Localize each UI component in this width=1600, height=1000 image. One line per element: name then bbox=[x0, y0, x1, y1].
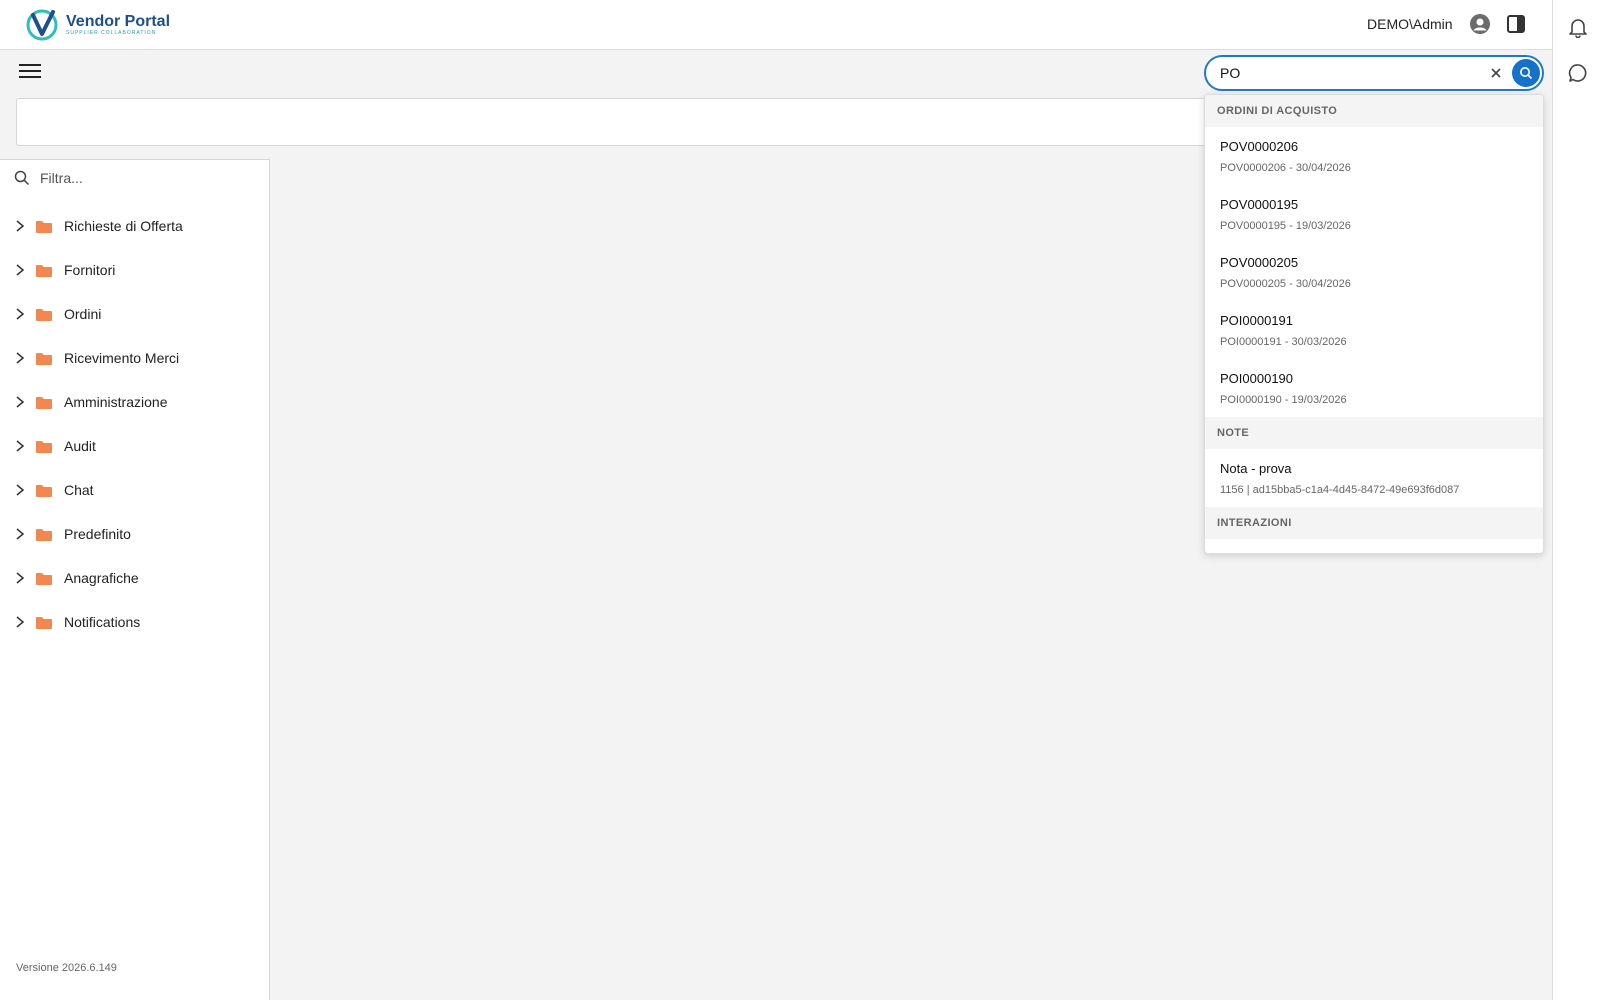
sidebar-item[interactable]: Fornitori bbox=[0, 248, 270, 292]
sidebar-item[interactable]: Predefinito bbox=[0, 512, 270, 556]
brand-title: Vendor Portal bbox=[66, 12, 171, 30]
chat-icon[interactable] bbox=[1567, 62, 1589, 84]
sidebar-item[interactable]: Richieste di Offerta bbox=[0, 204, 270, 248]
chevron-right-icon[interactable] bbox=[14, 219, 26, 233]
search-icon bbox=[14, 170, 30, 186]
sidebar-item[interactable]: Notifications bbox=[0, 600, 270, 644]
result-group-header: INTERAZIONI bbox=[1205, 507, 1543, 539]
chevron-right-icon[interactable] bbox=[14, 527, 26, 541]
result-subtitle: POV0000195 - 19/03/2026 bbox=[1220, 220, 1351, 232]
sidebar-item[interactable]: Ricevimento Merci bbox=[0, 336, 270, 380]
sidebar-item-label: Chat bbox=[64, 482, 94, 498]
close-icon[interactable] bbox=[1489, 66, 1503, 80]
sidebar-item-label: Fornitori bbox=[64, 262, 116, 278]
result-subtitle: 1156 | ad15bba5-c1a4-4d45-8472-49e693f6d… bbox=[1220, 484, 1460, 496]
sidebar-item-label: Ordini bbox=[64, 306, 102, 322]
navigation-tree: Richieste di Offerta Fornitori Ordini Ricev… bbox=[0, 204, 270, 644]
search-result-item[interactable]: POI0000191 POI0000191 - 30/03/2026 bbox=[1205, 301, 1543, 359]
folder-icon bbox=[36, 264, 52, 277]
folder-icon bbox=[36, 528, 52, 541]
result-title: POI0000190 bbox=[1220, 371, 1294, 386]
chevron-right-icon[interactable] bbox=[14, 483, 26, 497]
hamburger-icon[interactable] bbox=[19, 62, 41, 80]
chevron-right-icon[interactable] bbox=[14, 263, 26, 277]
version-label: Versione 2026.6.149 bbox=[16, 962, 117, 974]
folder-icon bbox=[36, 440, 52, 453]
folder-icon bbox=[36, 396, 52, 409]
sidebar-item-label: Amministrazione bbox=[64, 394, 168, 410]
sidebar-item[interactable]: Chat bbox=[0, 468, 270, 512]
chevron-right-icon[interactable] bbox=[14, 439, 26, 453]
result-subtitle: POV0000205 - 30/04/2026 bbox=[1220, 278, 1351, 290]
result-title: POV0000195 bbox=[1220, 197, 1299, 212]
folder-icon bbox=[36, 484, 52, 497]
folder-icon bbox=[36, 352, 52, 365]
result-title: POV0000206 bbox=[1220, 139, 1299, 154]
chevron-right-icon[interactable] bbox=[14, 351, 26, 365]
folder-icon bbox=[36, 308, 52, 321]
logo-mark-icon bbox=[26, 9, 58, 41]
right-rail bbox=[1552, 0, 1600, 1000]
sidebar-item-label: Richieste di Offerta bbox=[64, 218, 183, 234]
search-result-item[interactable]: POI0000190 POI0000190 - 19/03/2026 bbox=[1205, 359, 1543, 417]
sidebar-item[interactable]: Audit bbox=[0, 424, 270, 468]
search-result-item[interactable]: POV0000195 POV0000195 - 19/03/2026 bbox=[1205, 185, 1543, 243]
user-name[interactable]: DEMO\Admin bbox=[1367, 16, 1453, 32]
sidebar-item-label: Predefinito bbox=[64, 526, 131, 542]
sidebar-item[interactable]: Anagrafiche bbox=[0, 556, 270, 600]
sidebar-item-label: Notifications bbox=[64, 614, 141, 630]
search-button[interactable] bbox=[1512, 59, 1540, 87]
sidebar-filter bbox=[14, 170, 240, 186]
result-subtitle: POI0000191 - 30/03/2026 bbox=[1220, 336, 1347, 348]
result-subtitle: POV0000206 - 30/04/2026 bbox=[1220, 162, 1351, 174]
chevron-right-icon[interactable] bbox=[14, 615, 26, 629]
search-result-item[interactable]: POV0000205 POV0000205 - 30/04/2026 bbox=[1205, 243, 1543, 301]
result-subtitle: POI0000190 - 19/03/2026 bbox=[1220, 394, 1347, 406]
panel-toggle-icon[interactable] bbox=[1507, 15, 1525, 33]
sidebar-item-label: Anagrafiche bbox=[64, 570, 139, 586]
sidebar-item[interactable]: Amministrazione bbox=[0, 380, 270, 424]
result-title: POI0000191 bbox=[1220, 313, 1294, 328]
chevron-right-icon[interactable] bbox=[14, 395, 26, 409]
search-results-dropdown: ORDINI DI ACQUISTO POV0000206 POV0000206 -… bbox=[1204, 94, 1544, 554]
sidebar-item[interactable]: Ordini bbox=[0, 292, 270, 336]
result-group-header: ORDINI DI ACQUISTO bbox=[1205, 95, 1543, 127]
sidebar-item-label: Ricevimento Merci bbox=[64, 350, 180, 366]
bell-icon[interactable] bbox=[1567, 16, 1589, 38]
top-bar: Vendor Portal SUPPLIER COLLABORATION DEM… bbox=[0, 0, 1552, 50]
sidebar: Richieste di Offerta Fornitori Ordini Ricev… bbox=[0, 159, 270, 1000]
search-result-item[interactable]: POV0000206 POV0000206 - 30/04/2026 bbox=[1205, 127, 1543, 185]
result-title: Nota - prova bbox=[1220, 461, 1292, 476]
search-icon bbox=[1520, 67, 1533, 80]
brand-subtitle: SUPPLIER COLLABORATION bbox=[66, 29, 157, 36]
logo[interactable]: Vendor Portal SUPPLIER COLLABORATION bbox=[24, 6, 170, 42]
filter-input[interactable] bbox=[40, 170, 240, 186]
result-group-header: NOTE bbox=[1205, 417, 1543, 449]
chevron-right-icon[interactable] bbox=[14, 571, 26, 585]
search-result-item[interactable]: Nota - prova 1156 | ad15bba5-c1a4-4d45-84… bbox=[1205, 449, 1543, 507]
folder-icon bbox=[36, 616, 52, 629]
folder-icon bbox=[36, 572, 52, 585]
search-input[interactable] bbox=[1220, 65, 1470, 81]
result-title: POV0000205 bbox=[1220, 255, 1299, 270]
folder-icon bbox=[36, 220, 52, 233]
sidebar-item-label: Audit bbox=[64, 438, 96, 454]
user-circle-icon[interactable] bbox=[1470, 14, 1490, 34]
global-search bbox=[1204, 55, 1544, 91]
chevron-right-icon[interactable] bbox=[14, 307, 26, 321]
